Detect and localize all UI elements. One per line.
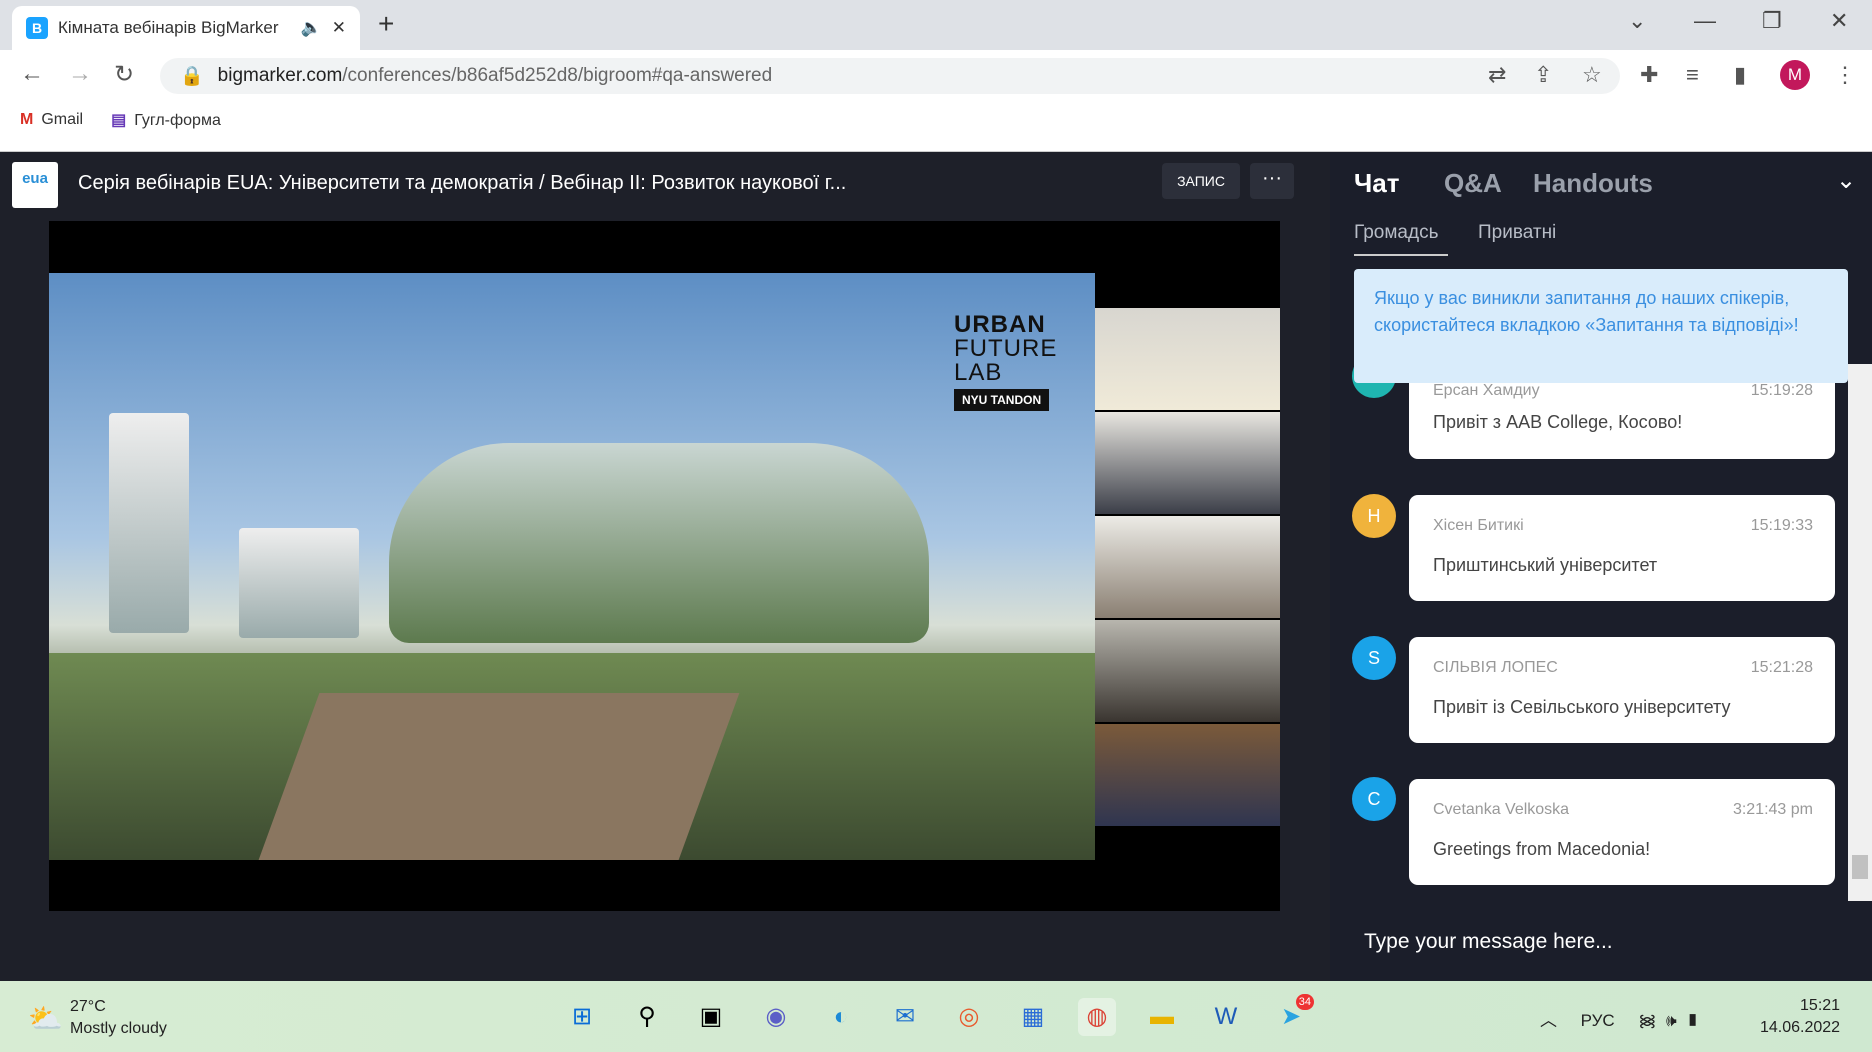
- star-icon[interactable]: ☆: [1582, 62, 1602, 88]
- participant-video[interactable]: [1095, 308, 1280, 411]
- lock-icon: 🔒: [180, 66, 204, 87]
- forward-icon[interactable]: →: [68, 60, 92, 88]
- tab-chat[interactable]: Чат: [1354, 168, 1399, 199]
- store-icon[interactable]: ▦: [1014, 998, 1052, 1036]
- tab-handouts[interactable]: Handouts: [1533, 168, 1653, 199]
- media-icon[interactable]: ≡: [1686, 62, 1699, 88]
- minimize-button[interactable]: —: [1694, 8, 1716, 34]
- start-icon[interactable]: ⊞: [563, 998, 601, 1036]
- chrome-icon[interactable]: ◍: [1078, 998, 1116, 1036]
- search-icon[interactable]: ⚲: [628, 998, 666, 1036]
- close-tab-icon[interactable]: ✕: [332, 18, 346, 38]
- bookmarks-bar: M Gmail ▤ Гугл-форма: [20, 110, 221, 130]
- tab-title: Кімната вебінарів BigMarker: [58, 18, 279, 37]
- message-time: 15:21:28: [1750, 659, 1813, 676]
- edge-icon[interactable]: ◐: [822, 998, 860, 1036]
- subtab-public[interactable]: Громадсь: [1354, 222, 1438, 244]
- clock[interactable]: 15:21 14.06.2022: [1760, 995, 1840, 1039]
- restore-button[interactable]: ❐: [1762, 8, 1782, 34]
- participant-video[interactable]: [1095, 620, 1280, 723]
- url-host: bigmarker.com: [217, 65, 343, 86]
- new-tab-button[interactable]: +: [378, 8, 394, 40]
- notification-badge: 34: [1295, 994, 1314, 1010]
- active-subtab-underline: [1354, 254, 1448, 256]
- sender-name: Хісен Битикі: [1433, 517, 1524, 534]
- sidepanel-icon[interactable]: ▮: [1734, 62, 1746, 88]
- profile-avatar[interactable]: M: [1780, 60, 1810, 90]
- tab-search-icon[interactable]: ⌄: [1628, 8, 1646, 34]
- avatar: C: [1352, 777, 1396, 821]
- close-window-button[interactable]: ✕: [1830, 8, 1848, 34]
- bigmarker-favicon: B: [26, 17, 48, 39]
- language-indicator[interactable]: РУС: [1581, 1011, 1615, 1030]
- sender-name: Ерсан Хамдиу: [1433, 382, 1540, 399]
- eua-logo: eua: [12, 162, 58, 208]
- slide-badge: NYU TANDON: [954, 389, 1050, 411]
- mail-icon[interactable]: ✉: [886, 998, 924, 1036]
- presentation-slide: URBAN FUTURE LAB NYU TANDON: [49, 273, 1095, 860]
- volume-icon[interactable]: 🕪: [1666, 1011, 1677, 1030]
- menu-icon[interactable]: ⋮: [1834, 62, 1856, 88]
- participant-video[interactable]: [1095, 516, 1280, 619]
- weather-widget[interactable]: 27°C Mostly cloudy: [70, 996, 167, 1040]
- url-path: /conferences/b86af5d252d8/bigroom#qa-ans…: [342, 65, 773, 86]
- webinar-title: Серія вебінарів EUA: Університети та дем…: [78, 172, 847, 194]
- extensions-icon[interactable]: ✚: [1640, 62, 1658, 88]
- share-icon[interactable]: ⇪: [1534, 62, 1552, 88]
- sender-name: СІЛЬВІЯ ЛОПЕС: [1433, 659, 1558, 676]
- gmail-icon: M: [20, 111, 34, 128]
- chat-message: Cvetanka Velkoska 3:21:43 pm Greetings fro…: [1409, 779, 1835, 885]
- chevron-down-icon[interactable]: ⌄: [1836, 166, 1856, 195]
- chat-message: СІЛЬВІЯ ЛОПЕС 15:21:28 Привіт із Севільськ…: [1409, 637, 1835, 743]
- battery-icon[interactable]: ▮: [1686, 1011, 1699, 1030]
- message-text: Приштинський університет: [1433, 555, 1658, 575]
- browser-tab[interactable]: B Кімната вебінарів BigMarker 🔈 ✕: [12, 6, 360, 50]
- address-bar[interactable]: 🔒 bigmarker.com/conferences/b86af5d252d8…: [160, 58, 1620, 94]
- avatar: H: [1352, 494, 1396, 538]
- app-icon[interactable]: ◎: [950, 998, 988, 1036]
- chat-message-input[interactable]: Type your message here...: [1364, 930, 1613, 954]
- message-text: Привіт із Севільського університету: [1433, 697, 1731, 717]
- more-button[interactable]: ···: [1250, 163, 1294, 199]
- back-icon[interactable]: ←: [20, 60, 44, 88]
- translate-icon[interactable]: ⇄: [1488, 62, 1506, 88]
- forms-icon: ▤: [111, 112, 127, 129]
- reload-icon[interactable]: ↻: [114, 60, 134, 89]
- task-view-icon[interactable]: ▣: [692, 998, 730, 1036]
- word-icon[interactable]: W: [1207, 998, 1245, 1036]
- subtab-private[interactable]: Приватні: [1478, 222, 1556, 244]
- bookmark-label: Gmail: [41, 111, 84, 128]
- slide-title: URBAN FUTURE LAB: [954, 311, 1058, 386]
- tab-qa[interactable]: Q&A: [1444, 168, 1502, 199]
- weather-cloud-icon: ⛅: [28, 1003, 63, 1034]
- sender-name: Cvetanka Velkoska: [1433, 801, 1570, 818]
- bookmark-forms[interactable]: ▤ Гугл-форма: [111, 110, 221, 130]
- chat-message: Хісен Битикі 15:19:33 Приштинський універс…: [1409, 495, 1835, 601]
- bookmark-label: Гугл-форма: [134, 112, 221, 129]
- chat-scrollbar[interactable]: [1848, 364, 1872, 901]
- participant-video[interactable]: [1095, 724, 1280, 827]
- bookmark-gmail[interactable]: M Gmail: [20, 111, 83, 129]
- message-time: 3:21:43 pm: [1732, 801, 1813, 818]
- wifi-icon[interactable]: ᯼: [1638, 1011, 1656, 1030]
- avatar: S: [1352, 636, 1396, 680]
- speaker-icon[interactable]: 🔈: [301, 18, 322, 38]
- chevron-up-icon[interactable]: ︿: [1540, 1011, 1557, 1030]
- telegram-icon[interactable]: ➤ 34: [1272, 994, 1314, 1036]
- participant-video[interactable]: [1095, 412, 1280, 515]
- message-time: 15:19:33: [1750, 517, 1813, 534]
- message-text: Привіт з AAB College, Косово!: [1433, 412, 1683, 432]
- teams-icon[interactable]: ◉: [757, 998, 795, 1036]
- scrollbar-thumb[interactable]: [1852, 855, 1868, 879]
- qa-notice: Якщо у вас виникли запитання до наших сп…: [1354, 269, 1848, 383]
- file-explorer-icon[interactable]: ▬: [1143, 998, 1181, 1036]
- record-button[interactable]: ЗАПИС: [1162, 163, 1240, 199]
- system-tray: ︿ РУС ᯼ 🕪 ▮: [1540, 1006, 1699, 1031]
- message-time: 15:19:28: [1750, 382, 1813, 399]
- message-text: Greetings from Macedonia!: [1433, 839, 1651, 859]
